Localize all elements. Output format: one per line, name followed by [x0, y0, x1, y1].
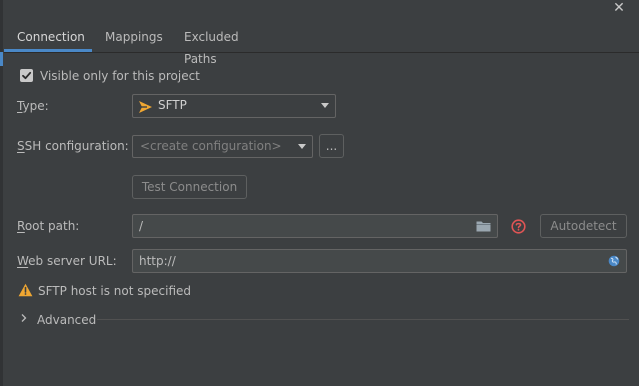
chevron-right-icon[interactable] — [20, 313, 28, 323]
tab-excluded-paths[interactable]: Excluded Paths — [170, 26, 270, 66]
visible-only-label: Visible only for this project — [40, 69, 200, 83]
chevron-down-icon — [298, 144, 306, 149]
web-server-url-input[interactable]: http:// — [132, 249, 627, 273]
ssh-placeholder: <create configuration> — [140, 139, 282, 153]
tab-label: Excluded Paths — [184, 30, 239, 66]
checkmark-icon — [22, 71, 32, 80]
warning-text: SFTP host is not specified — [38, 284, 192, 298]
warning-icon — [18, 283, 33, 297]
type-label: Type: — [17, 99, 49, 113]
advanced-divider — [97, 319, 629, 320]
help-icon[interactable] — [511, 219, 526, 234]
globe-icon[interactable] — [608, 255, 620, 267]
tab-label: Connection — [17, 30, 85, 44]
tab-label: Mappings — [105, 30, 163, 44]
root-path-input[interactable]: / — [132, 214, 498, 238]
folder-icon[interactable] — [476, 220, 491, 232]
tab-mappings[interactable]: Mappings — [92, 26, 170, 52]
root-path-value: / — [139, 219, 144, 233]
advanced-toggle[interactable]: Advanced — [37, 313, 96, 327]
visible-only-checkbox[interactable] — [20, 69, 33, 82]
web-server-url-label: Web server URL: — [17, 254, 117, 268]
close-icon[interactable]: ✕ — [612, 0, 626, 16]
ssh-more-button[interactable]: ... — [319, 134, 344, 158]
autodetect-button[interactable]: Autodetect — [540, 214, 627, 238]
left-edge-accent — [0, 52, 3, 66]
ssh-configuration-select[interactable]: <create configuration> — [132, 135, 313, 158]
sftp-icon — [139, 101, 152, 113]
tab-bar: Connection Mappings Excluded Paths — [4, 26, 639, 66]
tab-connection[interactable]: Connection — [4, 26, 92, 52]
chevron-down-icon — [321, 103, 329, 108]
type-value: SFTP — [158, 98, 187, 112]
type-select[interactable]: SFTP — [132, 94, 336, 118]
test-connection-button[interactable]: Test Connection — [132, 175, 247, 199]
ssh-configuration-label: SSH configuration: — [17, 139, 129, 153]
web-server-url-value: http:// — [139, 254, 176, 268]
tab-active-indicator — [4, 49, 92, 52]
root-path-label: Root path: — [17, 219, 80, 233]
